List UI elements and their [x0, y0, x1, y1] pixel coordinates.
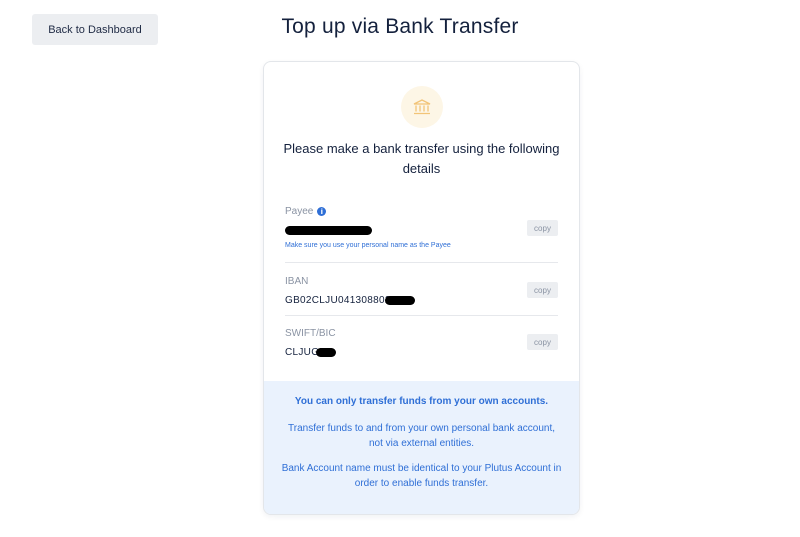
- swift-value-row: CLJUGB: [285, 346, 558, 358]
- payee-label-row: Payee i: [285, 206, 558, 217]
- redacted-iban: [384, 295, 415, 305]
- iban-field: IBAN GB02CLJU041308802 copy: [285, 276, 558, 306]
- copy-payee-button[interactable]: copy: [527, 220, 558, 236]
- notice-heading: You can only transfer funds from your ow…: [294, 396, 549, 407]
- redacted-swift: [316, 347, 337, 357]
- bank-transfer-card: Please make a bank transfer using the fo…: [263, 61, 580, 515]
- info-icon[interactable]: i: [317, 207, 327, 216]
- payee-field: Payee i Make sure you use your personal …: [285, 206, 558, 249]
- payee-label: Payee: [285, 206, 314, 217]
- swift-label: SWIFT/BIC: [285, 328, 336, 339]
- redacted-payee: [285, 225, 372, 235]
- payee-value: [285, 224, 558, 236]
- copy-iban-button[interactable]: copy: [527, 282, 558, 298]
- copy-swift-button[interactable]: copy: [527, 334, 558, 350]
- bank-icon: [401, 86, 443, 128]
- divider: [285, 262, 558, 263]
- swift-field: SWIFT/BIC CLJUGB copy: [285, 328, 558, 358]
- iban-label: IBAN: [285, 276, 309, 287]
- divider: [285, 315, 558, 316]
- notice-paragraph-1: Transfer funds to and from your own pers…: [288, 423, 555, 449]
- page-title: Top up via Bank Transfer: [281, 15, 519, 38]
- transfer-notice: You can only transfer funds from your ow…: [264, 381, 579, 514]
- iban-value: GB02CLJU041308802: [285, 294, 391, 306]
- notice-paragraph-2: Bank Account name must be identical to y…: [281, 463, 562, 489]
- payee-hint: Make sure you use your personal name as …: [285, 242, 451, 249]
- iban-value-row: GB02CLJU041308802: [285, 294, 558, 306]
- card-heading: Please make a bank transfer using the fo…: [283, 141, 560, 176]
